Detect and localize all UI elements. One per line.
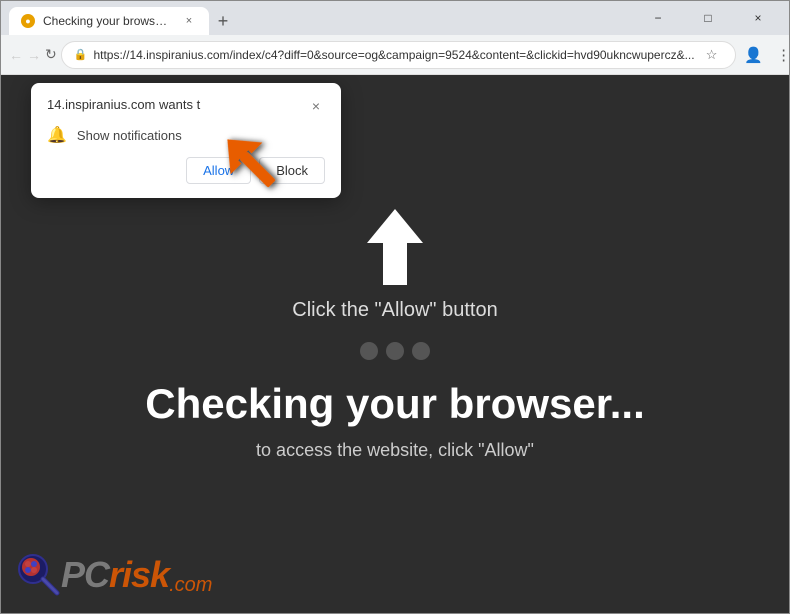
dot-3: [412, 342, 430, 360]
browser-tab[interactable]: ● Checking your browser... ×: [9, 7, 209, 35]
popup-permission-text: Show notifications: [77, 128, 182, 143]
url-box[interactable]: 🔒 https://14.inspiranius.com/index/c4?di…: [61, 41, 736, 69]
page-content: 14.inspiranius.com wants t × 🔔 Show noti…: [1, 75, 789, 613]
tab-area: ● Checking your browser... × +: [9, 1, 631, 35]
window-controls: − □ ×: [635, 3, 781, 33]
title-bar: ● Checking your browser... × + − □ ×: [1, 1, 789, 35]
checking-browser-text: Checking your browser...: [145, 380, 644, 428]
refresh-button[interactable]: ↻: [45, 41, 57, 69]
browser-window: ● Checking your browser... × + − □ × ← →…: [0, 0, 790, 614]
dot-1: [360, 342, 378, 360]
forward-button[interactable]: →: [27, 41, 41, 69]
address-bar: ← → ↻ 🔒 https://14.inspiranius.com/index…: [1, 35, 789, 75]
bell-icon: 🔔: [47, 125, 67, 145]
orange-arrow-icon: [211, 123, 301, 213]
tab-close-button[interactable]: ×: [181, 13, 197, 29]
click-instruction-text: Click the "Allow" button: [292, 299, 497, 322]
popup-close-button[interactable]: ×: [307, 97, 325, 115]
close-button[interactable]: ×: [735, 3, 781, 33]
tab-title: Checking your browser...: [43, 14, 173, 28]
minimize-button[interactable]: −: [635, 3, 681, 33]
maximize-button[interactable]: □: [685, 3, 731, 33]
arrow-overlay: [211, 123, 301, 218]
url-text: https://14.inspiranius.com/index/c4?diff…: [93, 48, 694, 62]
up-arrow-icon: [365, 207, 425, 287]
dot-2: [386, 342, 404, 360]
bookmark-button[interactable]: ☆: [701, 44, 723, 66]
pc-text: PC: [61, 554, 109, 596]
popup-header: 14.inspiranius.com wants t ×: [47, 97, 325, 115]
back-button[interactable]: ←: [9, 41, 23, 69]
dotcom-text: .com: [169, 574, 212, 597]
magnifier-icon: [13, 549, 65, 601]
tab-favicon: ●: [21, 14, 35, 28]
popup-site-name: 14.inspiranius.com wants t: [47, 97, 200, 112]
lock-icon: 🔒: [74, 48, 88, 61]
sub-instruction-text: to access the website, click "Allow": [256, 440, 534, 461]
url-actions: ☆: [701, 44, 723, 66]
toolbar-right: 👤 ⋮: [740, 41, 790, 69]
profile-button[interactable]: 👤: [740, 41, 768, 69]
main-content: Click the "Allow" button Checking your b…: [145, 207, 644, 461]
pcrisk-watermark: PCrisk.com: [13, 549, 212, 601]
risk-text: risk: [109, 554, 169, 596]
loading-dots: [360, 342, 430, 360]
menu-button[interactable]: ⋮: [770, 41, 790, 69]
new-tab-button[interactable]: +: [209, 7, 237, 35]
